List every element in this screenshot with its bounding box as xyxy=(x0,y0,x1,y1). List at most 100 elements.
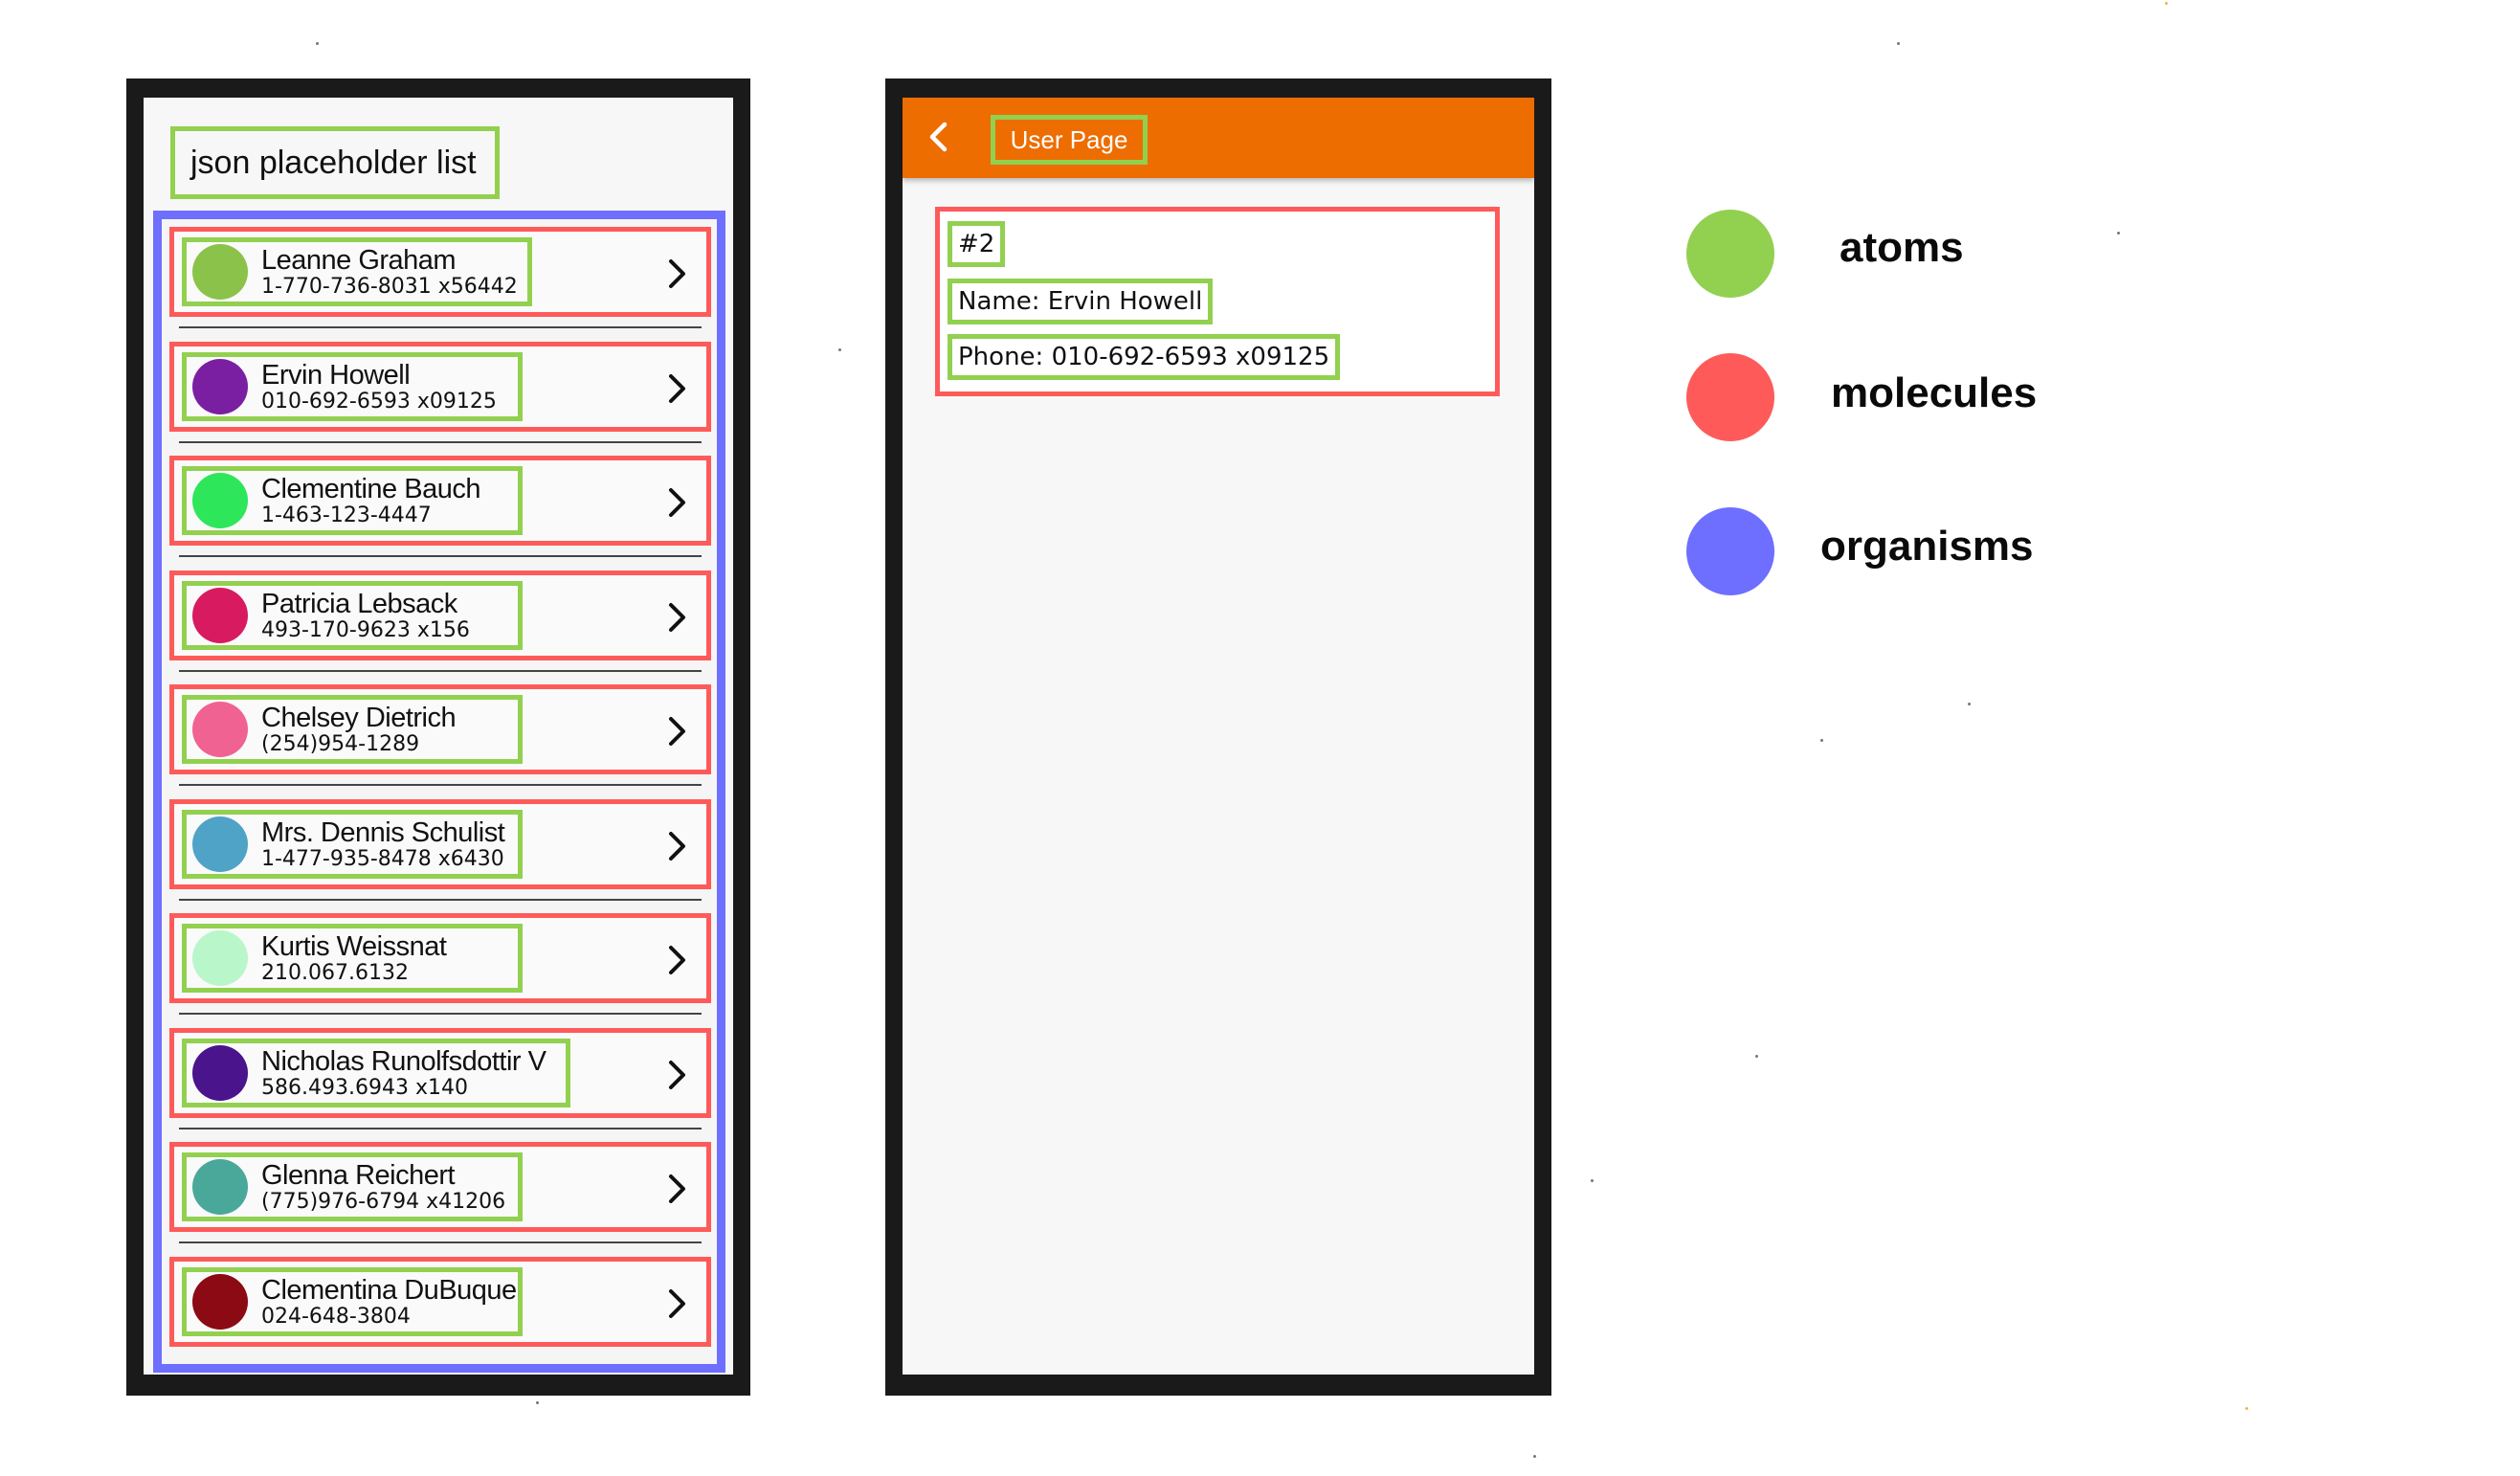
speck xyxy=(536,1401,539,1404)
speck xyxy=(1820,739,1823,742)
list-item-info: Leanne Graham 1-770-736-8031 x56442 xyxy=(182,237,532,306)
user-screen-phone-frame: User Page #2 Name: Ervin Howell Phone: 0… xyxy=(885,78,1551,1396)
chevron-right-icon[interactable] xyxy=(664,371,689,406)
app-bar: User Page xyxy=(903,98,1534,178)
list-title: json placeholder list xyxy=(170,126,500,199)
legend-dot-atoms xyxy=(1686,210,1774,298)
user-phone: 586.493.6943 x140 xyxy=(261,1075,468,1100)
chevron-right-icon[interactable] xyxy=(664,257,689,291)
list-item-text: Chelsey Dietrich (254)954-1289 xyxy=(261,702,457,756)
divider xyxy=(179,899,702,901)
legend-dot-organisms xyxy=(1686,507,1774,595)
user-name: Clementina DuBuque xyxy=(261,1274,517,1306)
divider xyxy=(179,326,702,328)
avatar xyxy=(192,473,248,528)
list-item-text: Ervin Howell 010-692-6593 x09125 xyxy=(261,359,497,413)
list-screen: json placeholder list Leanne Graham 1-770… xyxy=(144,98,733,1375)
speck xyxy=(2165,2,2168,5)
chevron-right-icon[interactable] xyxy=(664,1058,689,1092)
list-screen-phone-frame: json placeholder list Leanne Graham 1-770… xyxy=(126,78,750,1396)
user-name: Patricia Lebsack xyxy=(261,588,457,619)
list-item-info: Patricia Lebsack 493-170-9623 x156 xyxy=(182,581,523,650)
user-list: Leanne Graham 1-770-736-8031 x56442 Ervin … xyxy=(153,211,725,1373)
speck xyxy=(838,348,841,351)
divider xyxy=(179,1241,702,1243)
list-item[interactable]: Glenna Reichert (775)976-6794 x41206 xyxy=(169,1142,711,1232)
user-name: Leanne Graham xyxy=(261,244,457,276)
user-name: Mrs. Dennis Schulist xyxy=(261,816,505,848)
speck xyxy=(2117,232,2120,235)
list-item[interactable]: Chelsey Dietrich (254)954-1289 xyxy=(169,684,711,774)
chevron-right-icon[interactable] xyxy=(664,829,689,863)
divider xyxy=(179,555,702,557)
speck xyxy=(1897,42,1900,45)
user-phone: (775)976-6794 x41206 xyxy=(261,1189,506,1214)
avatar xyxy=(192,816,248,872)
user-name: Nicholas Runolfsdottir V xyxy=(261,1045,546,1077)
legend-label-molecules: molecules xyxy=(1831,369,2038,416)
list-item-info: Kurtis Weissnat 210.067.6132 xyxy=(182,924,523,993)
list-item[interactable]: Nicholas Runolfsdottir V 586.493.6943 x14… xyxy=(169,1028,711,1118)
list-item-info: Nicholas Runolfsdottir V 586.493.6943 x14… xyxy=(182,1039,570,1107)
user-phone: 024-648-3804 xyxy=(261,1304,411,1329)
user-phone: 1-463-123-4447 xyxy=(261,503,432,527)
avatar xyxy=(192,1045,248,1101)
divider xyxy=(179,1128,702,1129)
speck xyxy=(1968,703,1971,705)
divider xyxy=(179,670,702,672)
user-phone: Phone: 010-692-6593 x09125 xyxy=(948,334,1341,380)
speck xyxy=(2245,1407,2248,1410)
list-item[interactable]: Patricia Lebsack 493-170-9623 x156 xyxy=(169,570,711,660)
user-name: Chelsey Dietrich xyxy=(261,702,457,733)
list-item[interactable]: Clementina DuBuque 024-648-3804 xyxy=(169,1257,711,1347)
speck xyxy=(316,42,319,45)
avatar xyxy=(192,930,248,986)
list-item-info: Clementina DuBuque 024-648-3804 xyxy=(182,1267,523,1336)
chevron-right-icon[interactable] xyxy=(664,1286,689,1321)
user-phone: 1-477-935-8478 x6430 xyxy=(261,846,504,871)
user-phone: (254)954-1289 xyxy=(261,731,420,756)
user-phone: 1-770-736-8031 x56442 xyxy=(261,274,518,299)
list-item[interactable]: Clementine Bauch 1-463-123-4447 xyxy=(169,456,711,546)
avatar xyxy=(192,359,248,414)
chevron-right-icon[interactable] xyxy=(664,714,689,749)
user-name: Kurtis Weissnat xyxy=(261,930,447,962)
divider xyxy=(179,441,702,443)
list-item-text: Nicholas Runolfsdottir V 586.493.6943 x14… xyxy=(261,1045,546,1100)
avatar xyxy=(192,1274,248,1330)
speck xyxy=(1591,1179,1594,1182)
user-phone: 493-170-9623 x156 xyxy=(261,617,470,642)
list-item-info: Ervin Howell 010-692-6593 x09125 xyxy=(182,352,523,421)
list-item[interactable]: Mrs. Dennis Schulist 1-477-935-8478 x6430 xyxy=(169,799,711,889)
chevron-right-icon[interactable] xyxy=(664,1172,689,1206)
list-item-text: Glenna Reichert (775)976-6794 x41206 xyxy=(261,1159,506,1214)
chevron-right-icon[interactable] xyxy=(664,485,689,520)
user-name: Glenna Reichert xyxy=(261,1159,456,1191)
user-name: Clementine Bauch xyxy=(261,473,480,504)
user-id: #2 xyxy=(948,221,1006,267)
list-item[interactable]: Kurtis Weissnat 210.067.6132 xyxy=(169,913,711,1003)
chevron-left-icon[interactable] xyxy=(927,121,948,153)
avatar xyxy=(192,588,248,643)
list-item[interactable]: Leanne Graham 1-770-736-8031 x56442 xyxy=(169,227,711,317)
user-phone: 210.067.6132 xyxy=(261,960,409,985)
app-bar-title: User Page xyxy=(991,115,1148,165)
list-item-text: Clementina DuBuque 024-648-3804 xyxy=(261,1274,517,1329)
chevron-right-icon[interactable] xyxy=(664,600,689,635)
list-item-text: Leanne Graham 1-770-736-8031 x56442 xyxy=(261,244,518,299)
user-screen: User Page #2 Name: Ervin Howell Phone: 0… xyxy=(903,98,1534,1375)
list-item[interactable]: Ervin Howell 010-692-6593 x09125 xyxy=(169,342,711,432)
user-name: Name: Ervin Howell xyxy=(948,279,1214,324)
list-item-info: Mrs. Dennis Schulist 1-477-935-8478 x6430 xyxy=(182,810,523,879)
list-item-info: Clementine Bauch 1-463-123-4447 xyxy=(182,466,523,535)
legend-label-organisms: organisms xyxy=(1820,523,2034,570)
list-item-info: Chelsey Dietrich (254)954-1289 xyxy=(182,695,523,764)
user-detail-card: #2 Name: Ervin Howell Phone: 010-692-659… xyxy=(935,207,1500,396)
list-item-text: Patricia Lebsack 493-170-9623 x156 xyxy=(261,588,470,642)
list-item-text: Kurtis Weissnat 210.067.6132 xyxy=(261,930,447,985)
chevron-right-icon[interactable] xyxy=(664,943,689,977)
user-name: Ervin Howell xyxy=(261,359,411,391)
legend-dot-molecules xyxy=(1686,353,1774,441)
list-item-text: Clementine Bauch 1-463-123-4447 xyxy=(261,473,480,527)
divider xyxy=(179,1013,702,1015)
